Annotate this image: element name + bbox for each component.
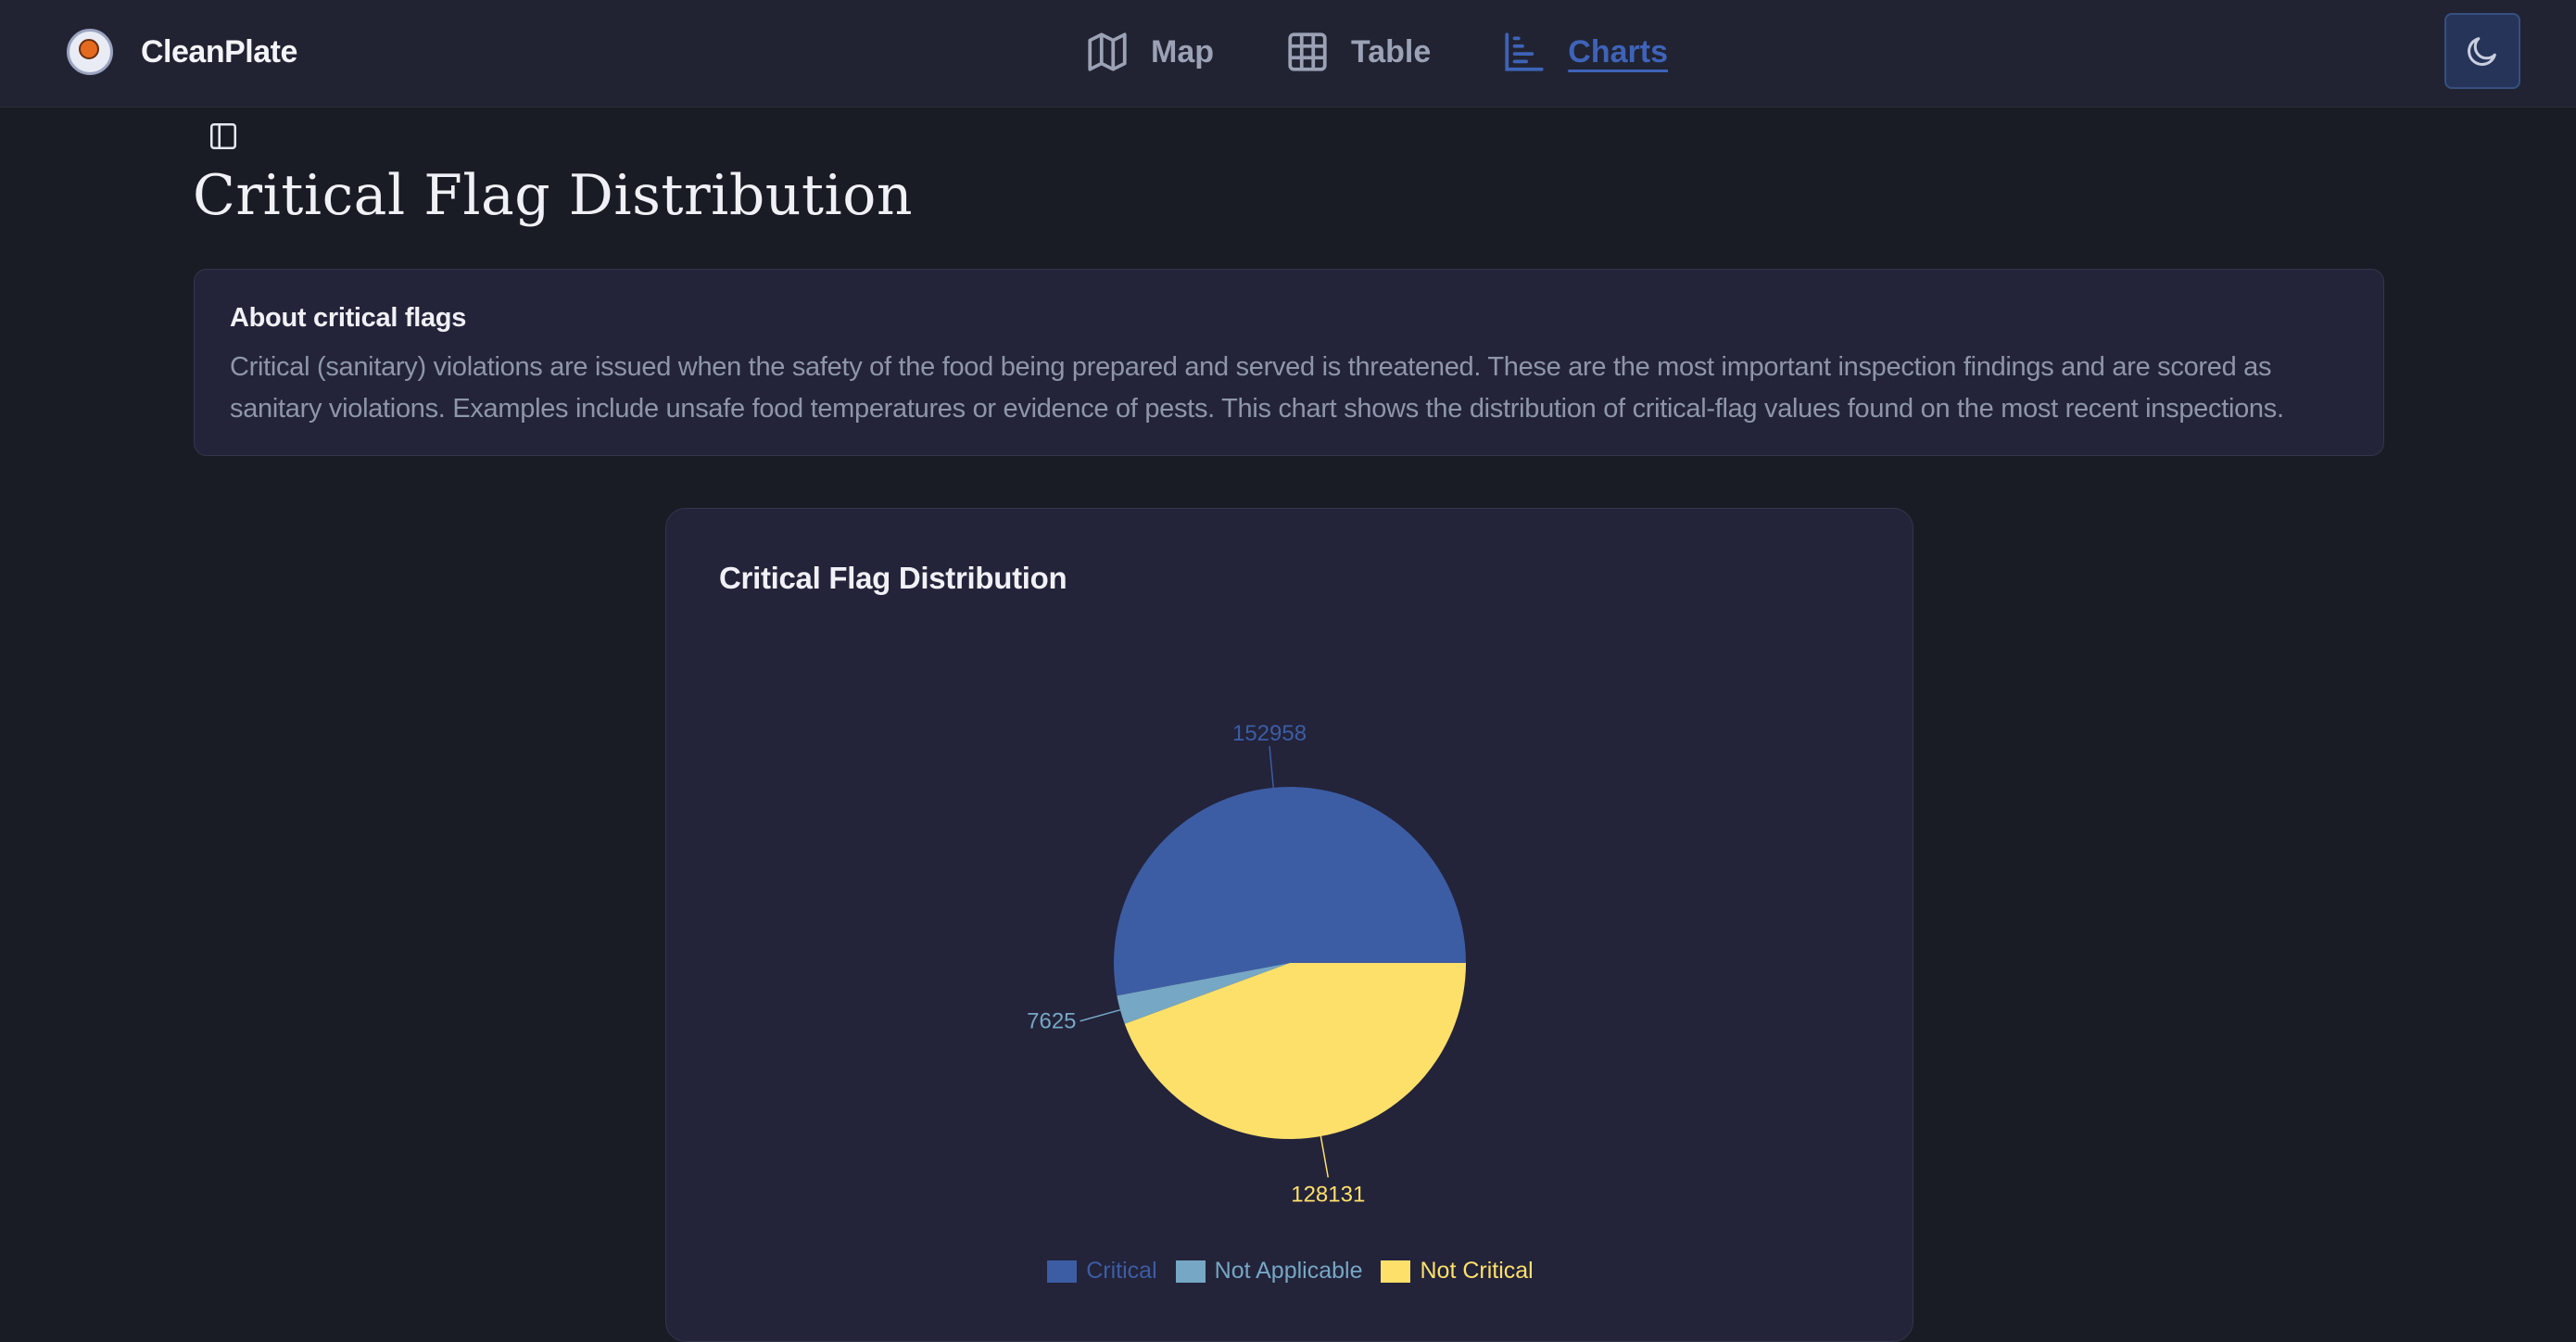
pie-data-label-not-applicable: 7625	[1027, 1009, 1076, 1034]
brand-name: CleanPlate	[141, 33, 297, 70]
main-nav: Map Table Charts	[1084, 24, 1738, 80]
sidebar-toggle-button[interactable]	[208, 120, 239, 152]
map-icon	[1088, 32, 1127, 71]
legend-label: Critical	[1086, 1258, 1157, 1284]
pie-chart: 152958 7625 128131	[1027, 721, 1466, 1207]
about-critical-flags-card: About critical flags Critical (sanitary)…	[194, 269, 2384, 456]
top-navbar: CleanPlate Map Table Charts	[0, 0, 2576, 108]
chart-legend: Critical Not Applicable Not Critical	[666, 1258, 1914, 1285]
pie-data-label-critical: 152958	[1232, 721, 1307, 746]
pie-leader-not-critical	[1320, 1135, 1330, 1178]
legend-swatch	[1047, 1260, 1078, 1283]
nav-charts-label: Charts	[1568, 33, 1668, 70]
about-title: About critical flags	[230, 303, 467, 333]
theme-toggle-button[interactable]	[2444, 13, 2520, 89]
nav-charts[interactable]: Charts	[1501, 24, 1668, 80]
legend-label: Not Critical	[1420, 1258, 1534, 1284]
nav-map[interactable]: Map	[1084, 24, 1214, 80]
legend-item-not-applicable[interactable]: Not Applicable	[1175, 1258, 1363, 1285]
legend-swatch	[1175, 1260, 1206, 1283]
pie-data-label-not-critical: 128131	[1291, 1182, 1365, 1207]
nav-map-label: Map	[1151, 33, 1214, 70]
clock-logo-icon	[67, 29, 113, 75]
nav-table[interactable]: Table	[1284, 24, 1431, 80]
pie-leader-not-applicable	[1080, 1008, 1121, 1022]
nav-table-label: Table	[1351, 33, 1432, 70]
page-title: Critical Flag Distribution	[193, 163, 913, 228]
sidebar-icon	[209, 122, 237, 150]
pie-leader-critical	[1269, 745, 1274, 788]
bar-chart-icon	[1505, 32, 1544, 71]
legend-swatch	[1381, 1260, 1411, 1283]
about-text: Critical (sanitary) violations are issue…	[230, 352, 2284, 424]
table-icon	[1288, 32, 1327, 71]
legend-label: Not Applicable	[1214, 1258, 1363, 1284]
moon-icon	[2468, 37, 2496, 66]
legend-item-critical[interactable]: Critical	[1047, 1258, 1157, 1285]
chart-card: Critical Flag Distribution 152958 7625 128…	[665, 508, 1913, 1342]
legend-item-not-critical[interactable]: Not Critical	[1381, 1258, 1534, 1285]
brand[interactable]: CleanPlate	[67, 22, 297, 82]
